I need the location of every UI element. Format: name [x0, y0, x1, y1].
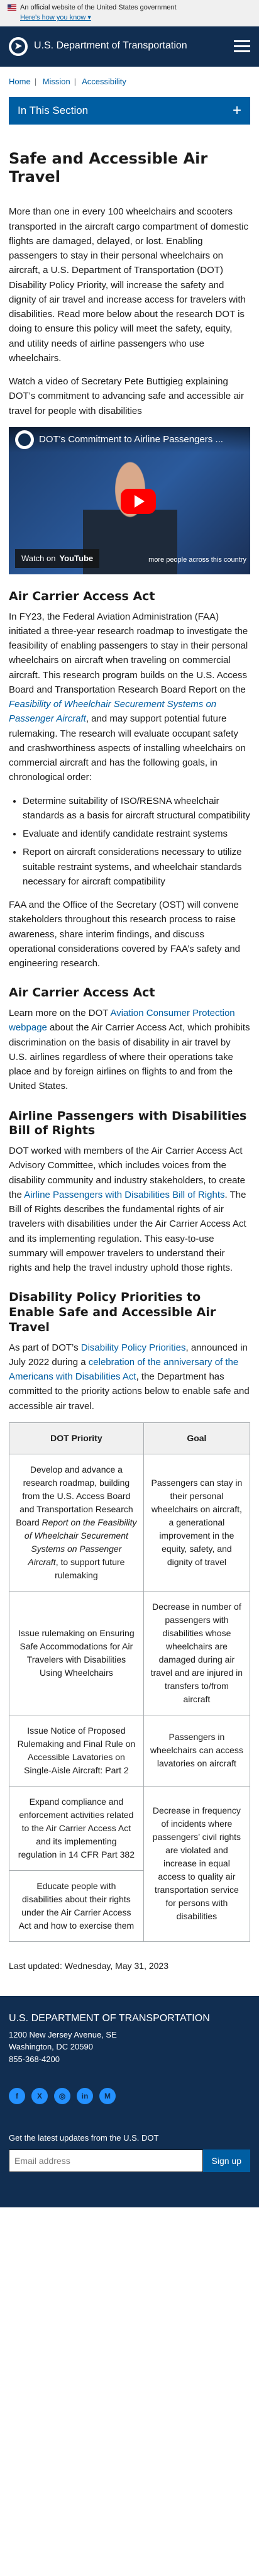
disability-policy-priorities-link[interactable]: Disability Policy Priorities	[81, 1342, 186, 1353]
video-player[interactable]: DOT's Commitment to Airline Passengers .…	[9, 427, 250, 574]
footer-org-name: U.S. DEPARTMENT OF TRANSPORTATION	[9, 2012, 210, 2024]
bill-of-rights-link[interactable]: Airline Passengers with Disabilities Bil…	[24, 1190, 224, 1200]
research-goals-list: Determine suitability of ISO/RESNA wheel…	[9, 794, 250, 889]
stakeholders-paragraph: FAA and the Office of the Secretary (OST…	[9, 900, 240, 969]
priorities-table: DOT Priority Goal Develop and advance a …	[9, 1422, 251, 1942]
youtube-logo-icon: YouTube	[59, 553, 94, 563]
list-item: Evaluate and identify candidate restrain…	[23, 827, 250, 841]
breadcrumb-home[interactable]: Home	[9, 77, 31, 86]
column-header-priority: DOT Priority	[9, 1422, 144, 1454]
consumer-protection-paragraph: Learn more on the DOT Aviation Consumer …	[9, 1008, 250, 1092]
footer-address-line2: Washington, DC 20590	[9, 2042, 93, 2052]
breadcrumb: Home | Mission | Accessibility	[0, 67, 259, 88]
email-input[interactable]	[9, 2149, 203, 2172]
sign-up-button[interactable]: Sign up	[202, 2149, 250, 2172]
faa-research-paragraph: In FY23, the Federal Aviation Administra…	[9, 611, 248, 783]
breadcrumb-mission[interactable]: Mission	[43, 77, 70, 86]
page-title: Safe and Accessible Air Travel	[9, 149, 208, 186]
us-flag-icon	[8, 4, 16, 11]
intro-paragraph: More than one in every 100 wheelchairs a…	[9, 206, 249, 364]
last-updated: Last updated: Wednesday, May 31, 2023	[9, 1960, 168, 1971]
air-carrier-access-act-heading: Air Carrier Access Act	[9, 589, 155, 603]
footer-phone-link[interactable]: 855-368-4200	[9, 2053, 250, 2066]
column-header-goal: Goal	[143, 1422, 251, 1454]
site-header: U.S. Department of Transportation	[0, 26, 259, 67]
email-signup-text: Get the latest updates from the U.S. DOT	[9, 2133, 159, 2143]
breadcrumb-separator: |	[34, 76, 37, 86]
priority-cell: Issue Notice of Proposed Rulemaking and …	[9, 1714, 144, 1787]
site-title[interactable]: U.S. Department of Transportation	[34, 38, 234, 54]
policy-priorities-heading: Disability Policy Priorities to Enable S…	[9, 1290, 216, 1334]
table-header-row: DOT Priority Goal	[9, 1422, 251, 1454]
video-title-bar: DOT's Commitment to Airline Passengers .…	[9, 427, 250, 452]
air-carrier-access-act-heading-2: Air Carrier Access Act	[9, 986, 155, 1000]
play-button-icon[interactable]	[121, 488, 156, 514]
table-row: Expand compliance and enforcement activi…	[9, 1785, 251, 1942]
table-row: Issue rulemaking on Ensuring Safe Accomm…	[9, 1590, 251, 1715]
gov-banner: An official website of the United States…	[0, 0, 259, 26]
goal-cell: Passengers in wheelchairs can access lav…	[143, 1714, 251, 1787]
facebook-icon[interactable]: f	[9, 2088, 25, 2105]
instagram-icon[interactable]: ◎	[54, 2088, 70, 2105]
bill-of-rights-paragraph: DOT worked with members of the Air Carri…	[9, 1146, 246, 1274]
table-row: Develop and advance a research roadmap, …	[9, 1453, 251, 1592]
breadcrumb-separator: |	[74, 76, 77, 86]
x-twitter-icon[interactable]: X	[31, 2088, 48, 2105]
goal-cell: Decrease in number of passengers with di…	[143, 1590, 251, 1715]
dot-seal-icon[interactable]	[9, 36, 28, 56]
menu-icon[interactable]	[234, 40, 250, 53]
priority-cell: Expand compliance and enforcement activi…	[9, 1785, 144, 1871]
official-website-text: An official website of the United States…	[20, 4, 177, 11]
heres-how-you-know-link[interactable]: Here’s how you know ▾	[20, 13, 91, 22]
goal-cell: Decrease in frequency of incidents where…	[143, 1785, 251, 1942]
priority-cell: Develop and advance a research roadmap, …	[9, 1453, 144, 1592]
linkedin-icon[interactable]: in	[77, 2088, 93, 2105]
email-signup-form: Sign up	[9, 2149, 250, 2172]
plus-icon: +	[232, 101, 241, 119]
channel-avatar-icon[interactable]	[15, 430, 34, 449]
footer-address-line1: 1200 New Jersey Avenue, SE	[9, 2029, 117, 2039]
site-footer: U.S. DEPARTMENT OF TRANSPORTATION 1200 N…	[0, 1995, 259, 2207]
policy-priorities-paragraph: As part of DOT’s Disability Policy Prior…	[9, 1342, 250, 1412]
table-row: Issue Notice of Proposed Rulemaking and …	[9, 1714, 251, 1787]
bill-of-rights-heading: Airline Passengers with Disabilities Bil…	[9, 1108, 247, 1138]
watch-on-label: Watch on	[21, 553, 56, 563]
in-this-section-label: In This Section	[18, 104, 89, 116]
video-intro-paragraph: Watch a video of Secretary Pete Buttigie…	[9, 376, 245, 416]
main-content: Safe and Accessible Air Travel More than…	[0, 150, 259, 1973]
priority-cell: Issue rulemaking on Ensuring Safe Accomm…	[9, 1590, 144, 1715]
breadcrumb-accessibility[interactable]: Accessibility	[82, 77, 126, 86]
list-item: Report on aircraft considerations necess…	[23, 845, 250, 889]
video-title[interactable]: DOT's Commitment to Airline Passengers .…	[39, 432, 223, 447]
watch-on-youtube-button[interactable]: Watch on YouTube	[15, 549, 100, 568]
medium-icon[interactable]: M	[99, 2088, 116, 2105]
priority-cell: Educate people with disabilities about t…	[9, 1870, 144, 1942]
social-links: f X ◎ in M	[9, 2088, 250, 2105]
list-item: Determine suitability of ISO/RESNA wheel…	[23, 794, 250, 823]
goal-cell: Passengers can stay in their personal wh…	[143, 1453, 251, 1592]
video-caption: more people across this country	[148, 555, 246, 564]
in-this-section-toggle[interactable]: In This Section +	[9, 96, 250, 125]
